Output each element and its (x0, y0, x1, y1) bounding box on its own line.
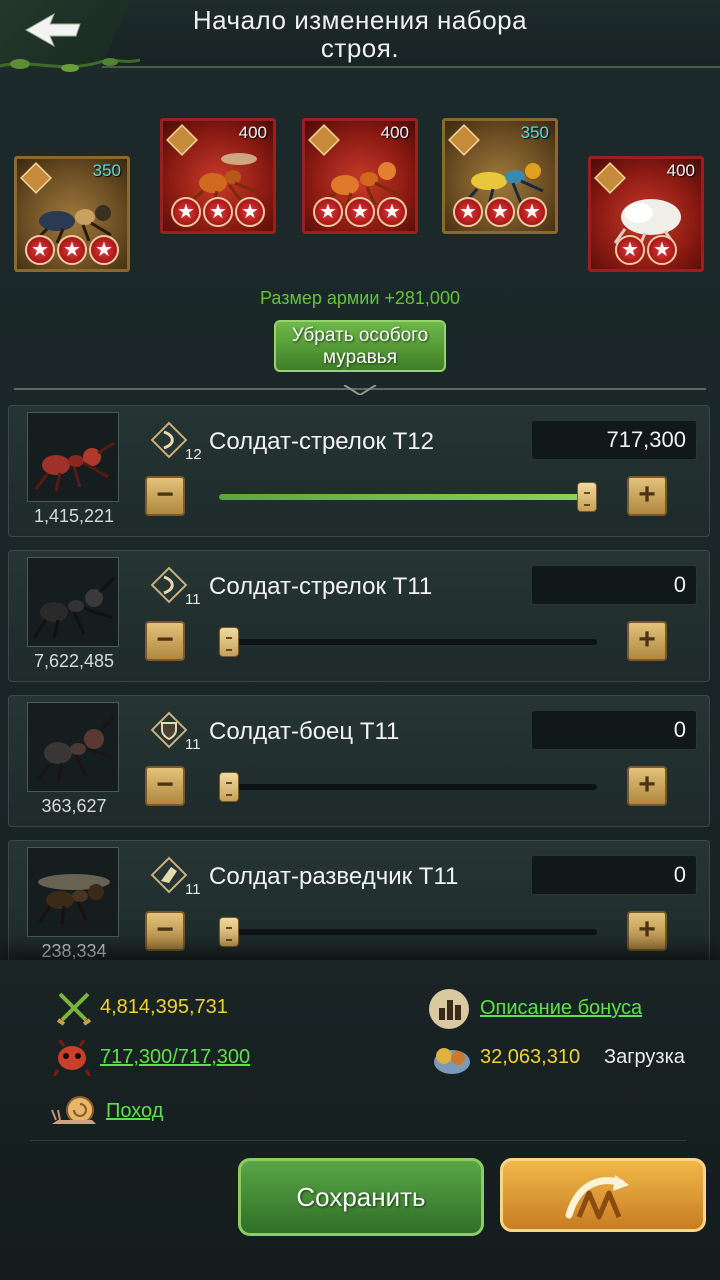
ant-head-icon (52, 1040, 92, 1076)
top-bar: Начало изменения набора строя. (0, 0, 720, 72)
unit-available-count: 238,334 (41, 941, 107, 961)
unit-quantity-input[interactable]: 717,300 (531, 420, 697, 460)
unit-tier: 11 (185, 881, 201, 898)
star-rating: ★ ★ ★ (305, 197, 415, 227)
army-size-text: Размер армии +281,000 (260, 288, 460, 308)
star-rating: ★ ★ ★ (163, 197, 273, 227)
slider-handle[interactable] (219, 917, 239, 947)
ant-level: 350 (520, 123, 549, 142)
special-ant-card-4[interactable]: 350 ★ ★ ★ (442, 118, 558, 234)
crossed-swords-icon (56, 992, 92, 1026)
ant-level: 350 (92, 161, 121, 180)
ant-level: 400 (666, 161, 695, 180)
march-link[interactable]: Поход (106, 1100, 163, 1123)
decrease-button[interactable]: − (145, 766, 185, 806)
slider-handle[interactable] (219, 627, 239, 657)
unit-row: 238,334 11 Солдат-разведчик T11 0 − + (8, 840, 710, 972)
increase-button[interactable]: + (627, 476, 667, 516)
resources-icon (434, 1048, 470, 1074)
special-ant-card-1[interactable]: 350 ★ ★ ★ (14, 156, 130, 272)
unit-quantity-input[interactable]: 0 (531, 710, 697, 750)
power-value: 4,814,395,731 (100, 996, 228, 1018)
troops-count-link[interactable]: 717,300/717,300 (100, 1046, 250, 1069)
unit-row: 363,627 11 Солдат-боец T11 0 − + (8, 695, 710, 827)
unit-name: Солдат-разведчик T11 (209, 863, 459, 890)
star-rating: ★ ★ (591, 235, 701, 265)
remove-special-ant-button[interactable]: Убрать особого муравья (274, 320, 446, 372)
section-divider (14, 385, 706, 395)
shield-badge-icon (150, 711, 188, 749)
special-ants-row: 350 ★★★ 400 ★★★ 400 ★★★ 350 ★★★ (0, 112, 720, 282)
increase-button[interactable]: + (627, 911, 667, 951)
unit-available-count: 1,415,221 (33, 506, 115, 526)
winged-ant-icon (38, 874, 110, 925)
unit-tier: 12 (185, 446, 202, 463)
quantity-slider[interactable] (219, 627, 597, 657)
star-rating: ★ ★ ★ (445, 197, 555, 227)
ant-level: 400 (380, 123, 409, 142)
fighter-ant-icon (36, 715, 116, 784)
slider-handle[interactable] (219, 772, 239, 802)
star-rating: ★ ★ ★ (17, 235, 127, 265)
load-value: 32,063,310 (480, 1046, 581, 1068)
unit-portrait (27, 847, 119, 937)
decrease-button[interactable]: − (145, 911, 185, 951)
unit-quantity-input[interactable]: 0 (531, 855, 697, 895)
divider-line (30, 1140, 686, 1141)
bow-badge-icon (150, 421, 188, 459)
special-ant-card-2[interactable]: 400 ★ ★ ★ (160, 118, 276, 234)
slider-handle[interactable] (577, 482, 597, 512)
ant-level: 400 (238, 123, 267, 142)
unit-quantity-input[interactable]: 0 (531, 565, 697, 605)
load-label: Загрузка (604, 1046, 685, 1068)
back-arrow-icon (24, 12, 81, 48)
wing-badge-icon (150, 856, 188, 894)
bar-chart-icon (429, 989, 469, 1029)
snail-icon (51, 1096, 96, 1124)
vine-decoration (0, 58, 140, 72)
unit-portrait (27, 412, 119, 502)
black-ant-icon (32, 576, 116, 639)
summary-panel: 4,814,395,731 Описание бонуса 717,300/71… (0, 960, 720, 1280)
unit-row: 1,415,221 12 Солдат-стрелок T12 717,300 … (8, 405, 710, 537)
unit-tier: 11 (185, 591, 201, 608)
unit-portrait (27, 702, 119, 792)
red-ant-icon (34, 441, 115, 492)
quantity-slider[interactable] (219, 917, 597, 947)
auto-fill-icon (565, 1175, 629, 1220)
unit-name: Солдат-стрелок T12 (209, 428, 434, 455)
unit-portrait (27, 557, 119, 647)
slider-fill (219, 494, 597, 500)
quantity-slider[interactable] (219, 772, 597, 802)
special-ant-card-3[interactable]: 400 ★ ★ ★ (302, 118, 418, 234)
save-button[interactable]: Сохранить (238, 1158, 484, 1236)
quantity-slider[interactable] (219, 482, 597, 512)
unit-tier: 11 (185, 736, 201, 753)
unit-name: Солдат-стрелок T11 (209, 573, 433, 600)
unit-available-count: 7,622,485 (33, 651, 115, 671)
bonus-description-link[interactable]: Описание бонуса (480, 997, 642, 1020)
unit-row: 7,622,485 11 Солдат-стрелок T11 0 − + (8, 550, 710, 682)
increase-button[interactable]: + (627, 621, 667, 661)
auto-fill-button[interactable] (500, 1158, 706, 1232)
decrease-button[interactable]: − (145, 476, 185, 516)
page-title: Начало изменения набора строя. (192, 5, 528, 63)
unit-available-count: 363,627 (41, 796, 107, 816)
increase-button[interactable]: + (627, 766, 667, 806)
special-ant-card-5[interactable]: 400 ★ ★ (588, 156, 704, 272)
decrease-button[interactable]: − (145, 621, 185, 661)
bow-badge-icon (150, 566, 188, 604)
unit-name: Солдат-боец T11 (209, 718, 400, 745)
